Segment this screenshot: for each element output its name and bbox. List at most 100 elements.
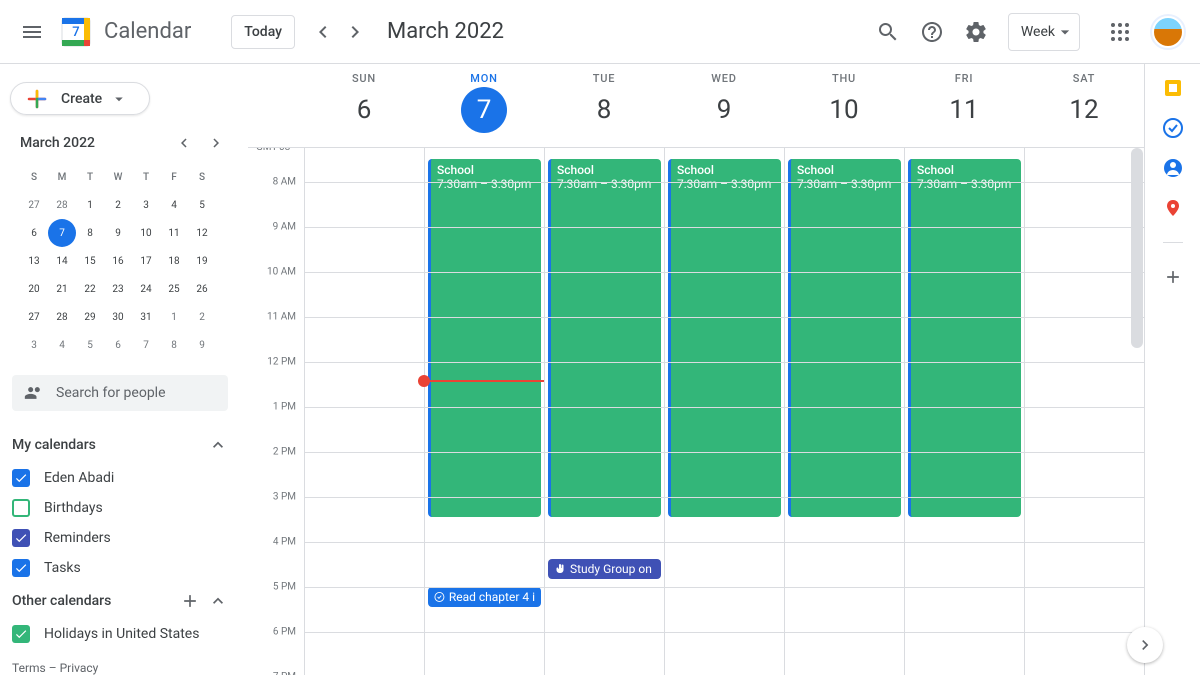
mini-day-cell[interactable]: 30 <box>104 303 132 331</box>
event-school[interactable]: School7:30am – 3:30pm <box>908 159 1021 517</box>
mini-day-cell[interactable]: 2 <box>188 303 216 331</box>
view-selector[interactable]: Week <box>1008 13 1080 51</box>
mini-day-cell[interactable]: 26 <box>188 275 216 303</box>
mini-day-cell[interactable]: 18 <box>160 247 188 275</box>
day-number[interactable]: 9 <box>701 87 747 133</box>
event-school[interactable]: School7:30am – 3:30pm <box>428 159 541 517</box>
tasks-icon[interactable] <box>1163 118 1183 138</box>
add-addon-button[interactable] <box>1163 267 1183 287</box>
mini-day-cell[interactable]: 7 <box>48 219 76 247</box>
mini-day-cell[interactable]: 27 <box>20 191 48 219</box>
day-number[interactable]: 10 <box>821 87 867 133</box>
calendar-checkbox[interactable] <box>12 469 30 487</box>
mini-day-cell[interactable]: 19 <box>188 247 216 275</box>
calendar-label: Tasks <box>44 560 81 576</box>
mini-day-cell[interactable]: 21 <box>48 275 76 303</box>
mini-day-cell[interactable]: 29 <box>76 303 104 331</box>
hide-sidepanel-button[interactable] <box>1127 627 1163 663</box>
day-number[interactable]: 7 <box>461 87 507 133</box>
mini-day-cell[interactable]: 5 <box>188 191 216 219</box>
mini-day-cell[interactable]: 13 <box>20 247 48 275</box>
day-number[interactable]: 11 <box>941 87 987 133</box>
hour-line <box>304 317 1144 318</box>
calendar-checkbox[interactable] <box>12 559 30 577</box>
search-people-placeholder: Search for people <box>56 385 166 401</box>
keep-icon[interactable] <box>1163 78 1183 98</box>
calendar-item[interactable]: Eden Abadi <box>12 463 228 493</box>
event-school[interactable]: School7:30am – 3:30pm <box>668 159 781 517</box>
maps-icon[interactable] <box>1163 198 1183 218</box>
mini-day-cell[interactable]: 17 <box>132 247 160 275</box>
mini-day-cell[interactable]: 25 <box>160 275 188 303</box>
mini-day-cell[interactable]: 31 <box>132 303 160 331</box>
calendar-item[interactable]: Birthdays <box>12 493 228 523</box>
today-button[interactable]: Today <box>231 15 295 49</box>
support-button[interactable] <box>912 12 952 52</box>
settings-button[interactable] <box>956 12 996 52</box>
event-school[interactable]: School7:30am – 3:30pm <box>548 159 661 517</box>
plus-icon[interactable] <box>180 591 200 611</box>
mini-day-cell[interactable]: 28 <box>48 303 76 331</box>
caret-down-icon <box>110 90 128 108</box>
mini-day-cell[interactable]: 3 <box>132 191 160 219</box>
mini-day-cell[interactable]: 4 <box>160 191 188 219</box>
mini-day-cell[interactable]: 24 <box>132 275 160 303</box>
search-button[interactable] <box>868 12 908 52</box>
mini-prev-month[interactable] <box>172 131 196 155</box>
mini-day-cell[interactable]: 4 <box>48 331 76 359</box>
mini-day-cell[interactable]: 28 <box>48 191 76 219</box>
privacy-link[interactable]: Privacy <box>60 661 99 675</box>
my-calendars-toggle[interactable]: My calendars <box>12 427 228 463</box>
time-label: 8 AM <box>273 176 296 187</box>
calendar-item[interactable]: Tasks <box>12 553 228 583</box>
account-avatar[interactable] <box>1152 16 1184 48</box>
contacts-icon[interactable] <box>1163 158 1183 178</box>
mini-day-cell[interactable]: 8 <box>76 219 104 247</box>
mini-next-month[interactable] <box>204 131 228 155</box>
mini-day-cell[interactable]: 7 <box>132 331 160 359</box>
mini-day-cell[interactable]: 23 <box>104 275 132 303</box>
mini-day-cell[interactable]: 22 <box>76 275 104 303</box>
calendar-checkbox[interactable] <box>12 499 30 517</box>
mini-day-cell[interactable]: 15 <box>76 247 104 275</box>
mini-day-cell[interactable]: 1 <box>76 191 104 219</box>
calendar-checkbox[interactable] <box>12 529 30 547</box>
logo[interactable]: 7 Calendar <box>56 12 191 52</box>
main-menu-button[interactable] <box>8 8 56 56</box>
mini-day-cell[interactable]: 6 <box>104 331 132 359</box>
prev-week-button[interactable] <box>307 16 339 48</box>
mini-day-cell[interactable]: 2 <box>104 191 132 219</box>
mini-day-cell[interactable]: 5 <box>76 331 104 359</box>
mini-day-cell[interactable]: 10 <box>132 219 160 247</box>
create-button[interactable]: Create <box>10 82 150 115</box>
mini-day-cell[interactable]: 6 <box>20 219 48 247</box>
mini-day-cell[interactable]: 9 <box>188 331 216 359</box>
calendar-checkbox[interactable] <box>12 625 30 643</box>
mini-day-header: S <box>188 163 216 191</box>
search-people[interactable]: Search for people <box>12 375 228 411</box>
next-week-button[interactable] <box>339 16 371 48</box>
mini-day-cell[interactable]: 20 <box>20 275 48 303</box>
mini-day-cell[interactable]: 3 <box>20 331 48 359</box>
day-number[interactable]: 8 <box>581 87 627 133</box>
calendar-item[interactable]: Holidays in United States <box>12 619 228 649</box>
event-time: 7:30am – 3:30pm <box>797 177 895 191</box>
mini-day-cell[interactable]: 14 <box>48 247 76 275</box>
mini-day-cell[interactable]: 8 <box>160 331 188 359</box>
google-apps-button[interactable] <box>1100 12 1140 52</box>
mini-day-cell[interactable]: 27 <box>20 303 48 331</box>
terms-link[interactable]: Terms <box>12 661 46 675</box>
scrollbar[interactable] <box>1131 148 1143 675</box>
mini-day-cell[interactable]: 16 <box>104 247 132 275</box>
mini-day-cell[interactable]: 11 <box>160 219 188 247</box>
mini-day-cell[interactable]: 1 <box>160 303 188 331</box>
day-number[interactable]: 6 <box>341 87 387 133</box>
task-study-group[interactable]: Study Group on <box>548 559 661 579</box>
event-school[interactable]: School7:30am – 3:30pm <box>788 159 901 517</box>
other-calendars-toggle[interactable]: Other calendars <box>12 583 228 619</box>
mini-day-cell[interactable]: 12 <box>188 219 216 247</box>
task-read-chapter[interactable]: Read chapter 4 i <box>428 587 541 607</box>
calendar-item[interactable]: Reminders <box>12 523 228 553</box>
day-number[interactable]: 12 <box>1061 87 1107 133</box>
mini-day-cell[interactable]: 9 <box>104 219 132 247</box>
